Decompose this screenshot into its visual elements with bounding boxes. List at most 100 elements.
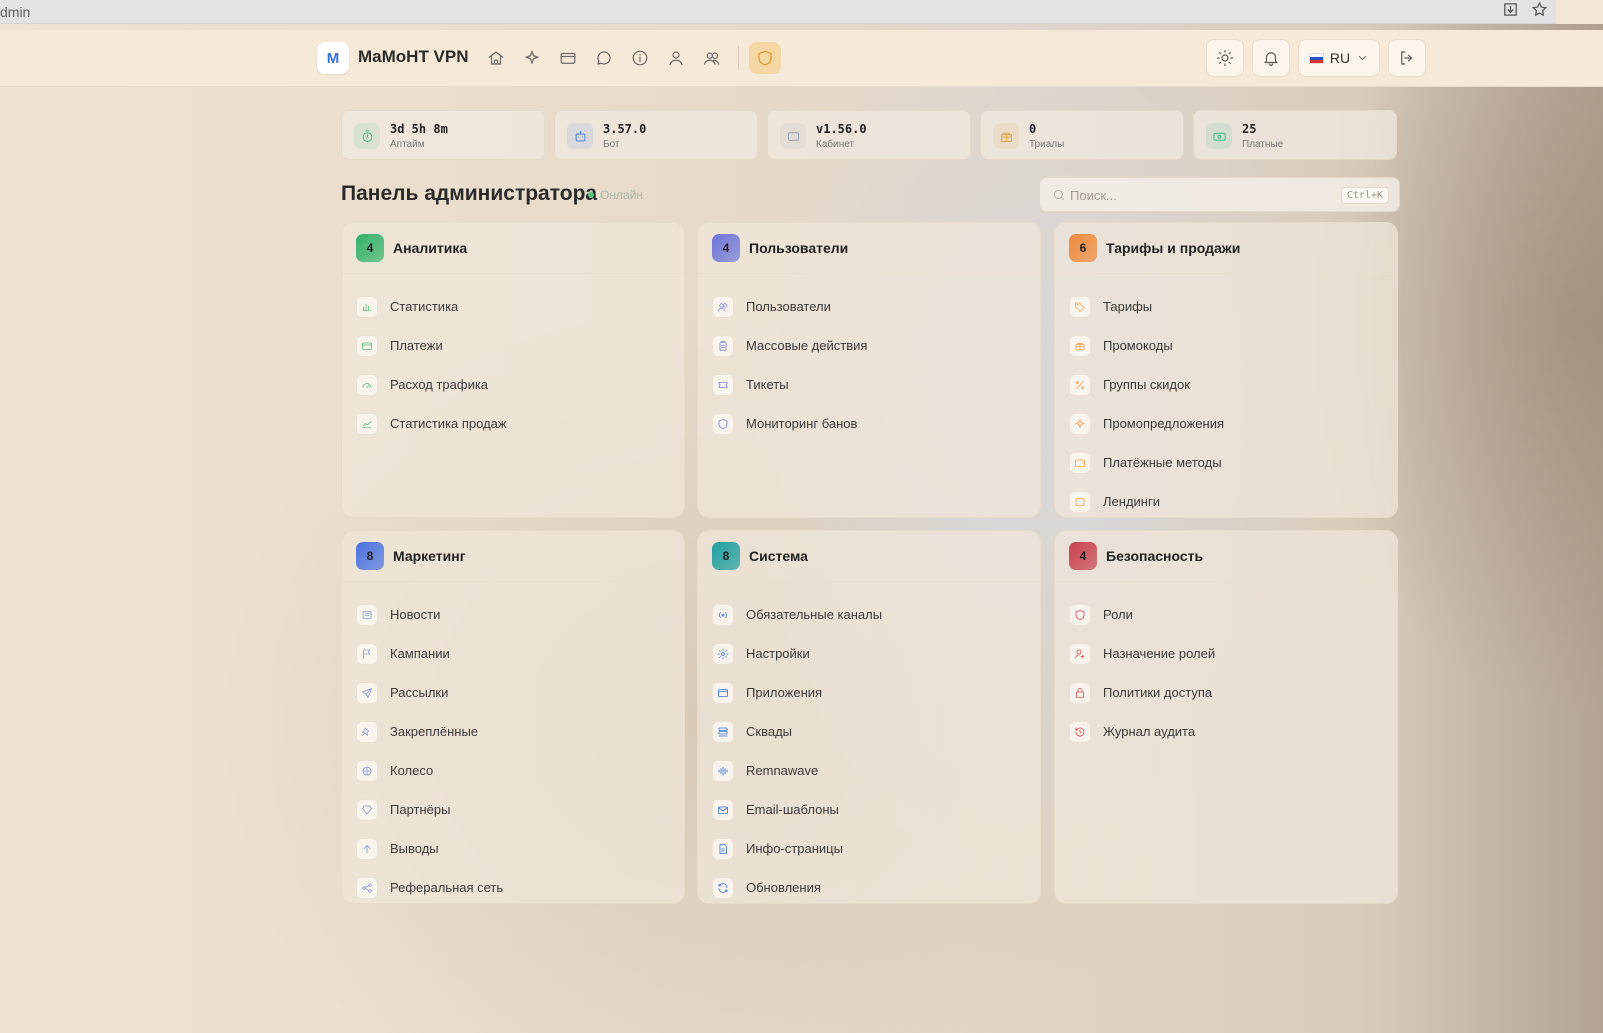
nav-payments[interactable] (552, 42, 584, 74)
menu-item[interactable]: Лендинги (1069, 482, 1224, 521)
menu-item[interactable]: Роли (1069, 595, 1215, 634)
menu-item[interactable]: Массовые действия (712, 326, 867, 365)
gift-icon (993, 123, 1019, 149)
menu-item[interactable]: Промокоды (1069, 326, 1224, 365)
menu-item[interactable]: Платёжные методы (1069, 443, 1224, 482)
app-title[interactable]: MaMoHT VPN (358, 47, 469, 67)
search-box[interactable]: Ctrl+K (1039, 177, 1400, 212)
menu-item[interactable]: Колесо (356, 751, 503, 790)
menu-item[interactable]: Мониторинг банов (712, 404, 867, 443)
users-icon (712, 295, 734, 318)
menu-item[interactable]: Расход трафика (356, 365, 507, 404)
nav-features[interactable] (516, 42, 548, 74)
divider (342, 581, 684, 582)
shield-icon (712, 412, 734, 435)
menu-item[interactable]: Закреплённые (356, 712, 503, 751)
menu-item[interactable]: Пользователи (712, 287, 867, 326)
search-input[interactable] (1070, 185, 1320, 205)
info-icon (632, 50, 648, 66)
menu-item[interactable]: Реферальная сеть (356, 868, 503, 907)
menu-item[interactable]: Приложения (712, 673, 882, 712)
address-bar-text[interactable]: dmin (0, 4, 30, 20)
menu-item-label: Закреплённые (390, 724, 479, 739)
menu-item[interactable]: Кампании (356, 634, 503, 673)
menu-item[interactable]: Статистика (356, 287, 507, 326)
menu-item[interactable]: Статистика продаж (356, 404, 507, 443)
menu-item[interactable]: Email-шаблоны (712, 790, 882, 829)
menu-item[interactable]: Обновления (712, 868, 882, 907)
box-icon (780, 123, 806, 149)
shield-icon (758, 50, 772, 66)
menu-item[interactable]: Инфо-страницы (712, 829, 882, 868)
news-icon (356, 603, 378, 626)
section-title: Тарифы и продажи (1106, 240, 1241, 256)
menu-item[interactable]: Remnawave (712, 751, 882, 790)
menu-item-label: Кампании (390, 646, 450, 661)
diamond-icon (356, 798, 378, 821)
menu-item-label: Журнал аудита (1103, 724, 1196, 739)
menu-item[interactable]: Настройки (712, 634, 882, 673)
menu-item[interactable]: Промопредложения (1069, 404, 1224, 443)
nav-profile[interactable] (660, 42, 692, 74)
refresh-icon (712, 876, 734, 899)
menu-item-label: Промокоды (1103, 338, 1173, 353)
window-icon (712, 681, 734, 704)
notifications-button[interactable] (1252, 39, 1290, 77)
stat-card: 3.57.0 Бот (554, 110, 758, 160)
menu-list: Обязательные каналы Настройки Приложения… (712, 595, 882, 907)
section-header: 4 Безопасность (1069, 542, 1203, 570)
menu-item[interactable]: Журнал аудита (1069, 712, 1215, 751)
russia-flag-icon (1309, 52, 1324, 64)
menu-item[interactable]: Рассылки (356, 673, 503, 712)
count-badge: 6 (1069, 234, 1097, 262)
menu-item[interactable]: Новости (356, 595, 503, 634)
menu-item[interactable]: Политики доступа (1069, 673, 1215, 712)
section-card-users: 4 Пользователи Пользователи Массовые дей… (697, 222, 1041, 518)
nav-referrals[interactable] (696, 42, 728, 74)
bar-icon (356, 295, 378, 318)
send-icon (356, 681, 378, 704)
star-icon[interactable] (1531, 1, 1548, 23)
nav-support[interactable] (588, 42, 620, 74)
menu-item[interactable]: Тарифы (1069, 287, 1224, 326)
stat-card: 3d 5h 8m Аптайм (341, 110, 545, 160)
page-icon (1069, 490, 1091, 513)
menu-item[interactable]: Выводы (356, 829, 503, 868)
nav-home[interactable] (480, 42, 512, 74)
menu-item[interactable]: Группы скидок (1069, 365, 1224, 404)
language-label: RU (1329, 50, 1351, 66)
menu-item-label: Реферальная сеть (390, 880, 504, 895)
menu-item-label: Платёжные методы (1103, 455, 1222, 470)
menu-item-label: Статистика продаж (390, 416, 507, 431)
menu-item[interactable]: Партнёры (356, 790, 503, 829)
menu-list: Статистика Платежи Расход трафика Статис… (356, 287, 507, 443)
logout-button[interactable] (1388, 39, 1426, 77)
menu-list: Новости Кампании Рассылки Закреплённые К… (356, 595, 503, 907)
menu-item-label: Пользователи (746, 299, 831, 314)
section-title: Пользователи (749, 240, 849, 256)
section-card-system: 8 Система Обязательные каналы Настройки (697, 530, 1041, 904)
menu-item[interactable]: Платежи (356, 326, 507, 365)
gauge-icon (356, 373, 378, 396)
stat-value: 0 (1029, 122, 1037, 136)
doc-icon (712, 837, 734, 860)
menu-item[interactable]: Назначение ролей (1069, 634, 1215, 673)
nav-admin[interactable] (749, 42, 781, 74)
menu-item[interactable]: Обязательные каналы (712, 595, 882, 634)
app-header: M MaMoHT VPN RU (0, 30, 1603, 87)
logo[interactable]: M (317, 42, 349, 74)
theme-toggle-button[interactable] (1206, 39, 1244, 77)
section-header: 4 Аналитика (356, 234, 467, 262)
divider (342, 273, 684, 274)
stat-label: Платные (1242, 139, 1284, 150)
section-header: 8 Система (712, 542, 808, 570)
status-text: Онлайн (600, 188, 643, 202)
download-icon[interactable] (1502, 1, 1519, 23)
search-icon (1053, 189, 1064, 200)
menu-item[interactable]: Сквады (712, 712, 882, 751)
menu-item[interactable]: Тикеты (712, 365, 867, 404)
menu-item-label: Настройки (746, 646, 810, 661)
language-select[interactable]: RU (1298, 39, 1380, 77)
menu-item-label: Платежи (390, 338, 443, 353)
nav-info[interactable] (624, 42, 656, 74)
